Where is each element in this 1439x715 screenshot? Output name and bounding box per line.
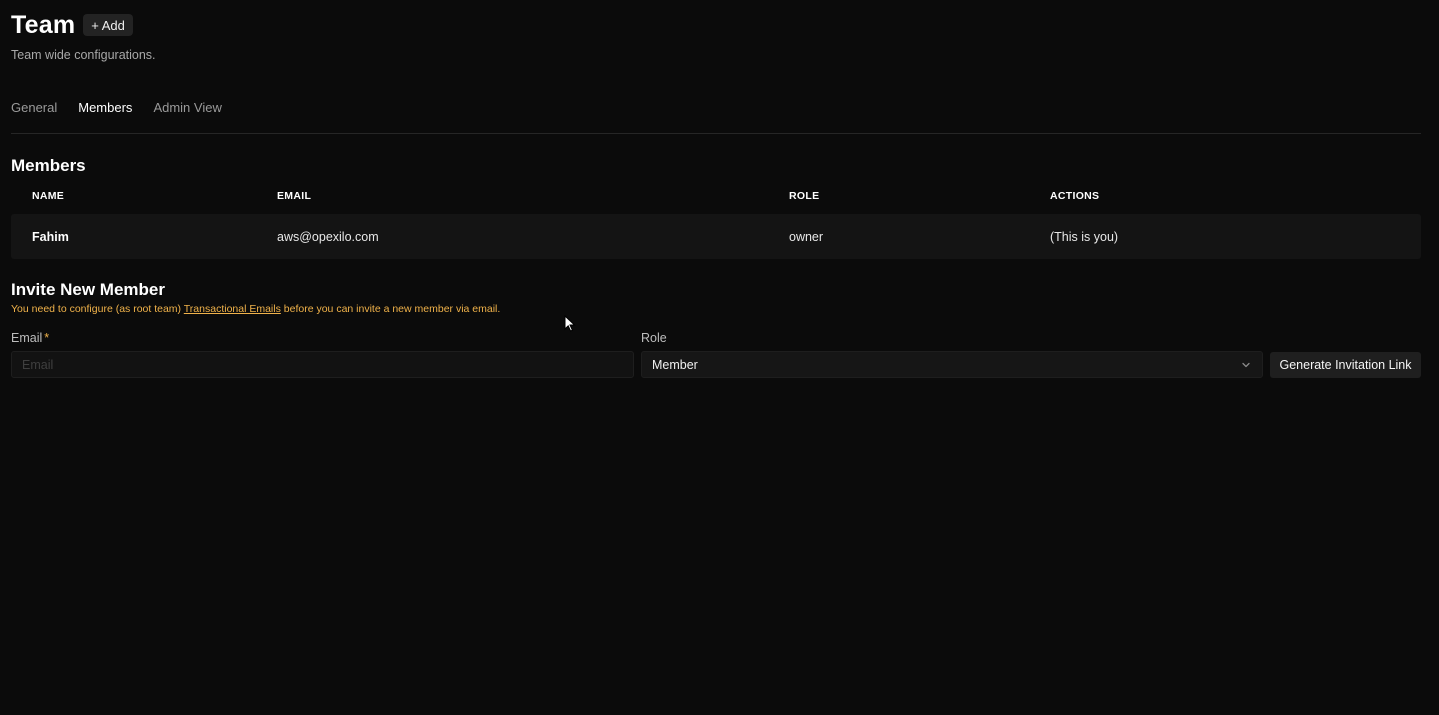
column-header-role: ROLE	[789, 190, 820, 202]
email-label-text: Email	[11, 331, 43, 345]
chevron-down-icon	[1242, 362, 1250, 367]
member-name: Fahim	[32, 229, 69, 244]
required-mark: *	[44, 331, 50, 345]
email-label: Email *	[11, 331, 634, 345]
column-header-email: EMAIL	[277, 190, 312, 202]
team-settings-page: Team + Add Team wide configurations. Gen…	[0, 11, 1439, 715]
page-subtitle: Team wide configurations.	[11, 48, 156, 62]
column-header-name: NAME	[32, 190, 65, 202]
tab-admin-view[interactable]: Admin View	[153, 97, 221, 119]
add-team-button[interactable]: + Add	[83, 14, 133, 36]
tab-bar: General Members Admin View	[11, 97, 1421, 134]
transactional-emails-link[interactable]: Transactional Emails	[184, 303, 281, 315]
member-actions: (This is you)	[1050, 229, 1119, 244]
warning-prefix: You need to configure (as root team)	[11, 303, 184, 315]
members-table-header: NAME EMAIL ROLE ACTIONS	[11, 185, 1421, 207]
member-role: owner	[789, 229, 824, 244]
role-field-group: Role Member	[641, 331, 1263, 378]
invite-form: Email* Role Member Generate Invitation L…	[11, 331, 1421, 378]
role-select[interactable]: Member	[641, 351, 1263, 378]
member-email: aws@opexilo.com	[277, 229, 379, 244]
members-table: NAME EMAIL ROLE ACTIONS Fahim aws@opexil…	[11, 185, 1421, 259]
page-title: Team	[11, 11, 76, 39]
email-input[interactable]	[11, 351, 634, 378]
role-selected-value: Member	[652, 357, 698, 372]
tab-members[interactable]: Members	[78, 97, 132, 119]
page-header: Team + Add	[11, 11, 1421, 39]
role-label: Role	[641, 331, 667, 345]
generate-invitation-link-button[interactable]: Generate Invitation Link	[1270, 352, 1421, 378]
cursor-arrow-icon	[564, 315, 576, 332]
email-config-warning: You need to configure (as root team) Tra…	[11, 303, 1421, 315]
warning-suffix: before you can invite a new member via e…	[280, 303, 501, 315]
column-header-actions: ACTIONS	[1050, 190, 1100, 202]
members-section-title: Members	[11, 156, 86, 175]
email-field-group: Email *	[11, 331, 634, 378]
invite-section-title: Invite New Member	[11, 280, 165, 299]
tab-general[interactable]: General	[11, 97, 57, 119]
table-row: Fahim aws@opexilo.com owner (This is you…	[11, 214, 1421, 259]
